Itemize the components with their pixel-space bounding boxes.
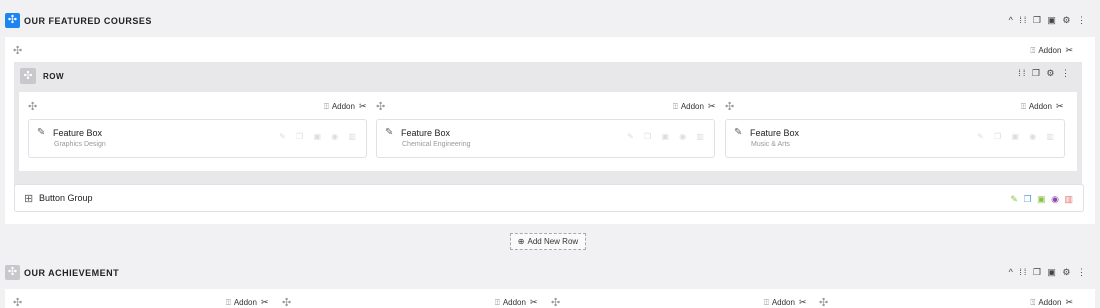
column-move-handle[interactable]: ✣ — [282, 296, 291, 308]
wrench-icon[interactable]: ✂ — [1056, 101, 1064, 111]
feature-box-toolbar[interactable]: ✎ ❐ ▣ ◉ ▥ — [627, 132, 708, 141]
wrench-icon[interactable]: ✂ — [708, 101, 716, 111]
button-group-addon[interactable]: ⊞ Button Group ✎ ❐ ▣ ◉ ▥ — [14, 184, 1084, 212]
add-new-row-button[interactable]: ⊕ Add New Row — [510, 233, 586, 250]
wrench-icon[interactable]: ✂ — [530, 297, 538, 307]
feature-box-addon[interactable]: ✎ Feature Box Music & Arts ✎ ❐ ▣ ◉ ▥ — [725, 119, 1065, 158]
feature-box-addon[interactable]: ✎ Feature Box Chemical Engineering ✎ ❐ ▣… — [376, 119, 715, 158]
column-addon-button[interactable]: ⍐ Addon ✂ — [764, 297, 807, 308]
column-move-handle[interactable]: ✣ — [28, 100, 37, 113]
section-featured-header: ✣ OUR FEATURED COURSES ^ ⁞⁞ ❐ ▣ ⚙ ⋮ — [0, 5, 1100, 35]
column-move-handle[interactable]: ✣ — [551, 296, 560, 308]
addon-label: Addon — [1028, 102, 1052, 111]
add-addon-icon: ⍐ — [764, 298, 769, 307]
wrench-icon[interactable]: ✂ — [261, 297, 269, 307]
column-addon-button[interactable]: ⍐ Addon ✂ — [324, 101, 367, 112]
add-addon-icon: ⍐ — [226, 298, 231, 307]
section-body: ✣ ⍐ Addon ✂ ✣ ⍐ Addon ✂ ✣ ⍐ Addon ✂ ✣ ⍐ Addon ✂ — [5, 289, 1095, 308]
add-addon-icon: ⍐ — [495, 298, 500, 307]
column-move-handle[interactable]: ✣ — [819, 296, 828, 308]
feature-box-title: Feature Box — [750, 128, 800, 138]
section-toolbar[interactable]: ^ ⁞⁞ ❐ ▣ ⚙ ⋮ — [1009, 267, 1088, 278]
addon-label: Addon — [1038, 298, 1062, 307]
add-new-row-label: Add New Row — [527, 237, 579, 246]
addon-label: Addon — [331, 102, 355, 111]
column-addon-button[interactable]: ⍐ Addon ✂ — [495, 297, 538, 308]
section-toolbar[interactable]: ^ ⁞⁞ ❐ ▣ ⚙ ⋮ — [1009, 15, 1088, 26]
column-move-handle[interactable]: ✣ — [725, 100, 734, 113]
section-addon-button[interactable]: ⍐ Addon ✂ — [1031, 45, 1074, 56]
feature-box-addon[interactable]: ✎ Feature Box Graphics Design ✎ ❐ ▣ ◉ ▥ — [28, 119, 367, 158]
feature-box-title: Feature Box — [401, 128, 451, 138]
feature-box-toolbar[interactable]: ✎ ❐ ▣ ◉ ▥ — [977, 132, 1058, 141]
wrench-icon[interactable]: ✂ — [799, 297, 807, 307]
row-move-icon[interactable]: ✣ — [20, 68, 36, 84]
wrench-icon[interactable]: ✂ — [359, 101, 367, 111]
section-move-icon[interactable]: ✣ — [5, 13, 20, 28]
duplicate-icon[interactable]: ❐ — [1023, 194, 1031, 204]
column-move-handle[interactable]: ✣ — [13, 296, 22, 308]
column-addon-button[interactable]: ⍐ Addon ✂ — [1021, 101, 1064, 112]
feature-box-toolbar[interactable]: ✎ ❐ ▣ ◉ ▥ — [279, 132, 360, 141]
wrench-icon[interactable]: ✂ — [1065, 45, 1073, 55]
add-addon-icon: ⍐ — [1030, 46, 1036, 55]
row-toolbar[interactable]: ⁞⁞ ❐ ⚙ ⋮ — [1018, 68, 1072, 79]
feature-box-title: Feature Box — [53, 128, 103, 138]
addon-label: Addon — [233, 298, 257, 307]
edit-icon[interactable]: ✎ — [1010, 194, 1018, 204]
section-title: OUR FEATURED COURSES — [24, 16, 152, 26]
add-addon-icon: ⍐ — [324, 102, 329, 111]
add-addon-icon: ⍐ — [1021, 102, 1026, 111]
addon-label: Addon — [771, 298, 795, 307]
add-addon-icon: ⍐ — [673, 102, 678, 111]
column-addon-button[interactable]: ⍐ Addon ✂ — [1031, 297, 1074, 308]
delete-icon[interactable]: ▥ — [1064, 194, 1073, 204]
column-addon-button[interactable]: ⍐ Addon ✂ — [226, 297, 269, 308]
section-achievement-header: ✣ OUR ACHIEVEMENT ^ ⁞⁞ ❐ ▣ ⚙ ⋮ — [0, 257, 1100, 287]
save-icon[interactable]: ▣ — [1037, 194, 1046, 204]
column-addon-button[interactable]: ⍐ Addon ✂ — [673, 101, 716, 112]
column-move-handle[interactable]: ✣ — [376, 100, 385, 113]
addon-label: Addon — [680, 102, 704, 111]
visibility-icon[interactable]: ◉ — [1051, 194, 1059, 204]
feature-box-subtitle: Chemical Engineering — [402, 141, 471, 148]
row-title: ROW — [43, 72, 65, 81]
section-move-handle[interactable]: ✣ — [13, 44, 22, 57]
addon-label: Addon — [502, 298, 526, 307]
button-group-icon: ⊞ — [24, 193, 34, 205]
feature-box-icon: ✎ — [385, 127, 394, 138]
add-circle-icon: ⊕ — [517, 237, 525, 246]
feature-box-icon: ✎ — [37, 127, 46, 138]
button-group-toolbar: ✎ ❐ ▣ ◉ ▥ — [1007, 194, 1073, 205]
section-move-icon[interactable]: ✣ — [5, 265, 20, 280]
feature-box-subtitle: Music & Arts — [751, 141, 790, 148]
row-columns: ✣ ⍐ Addon ✂ ✣ ⍐ Addon ✂ ✣ ⍐ Addon ✂ ✎ Feature … — [19, 92, 1077, 171]
addon-label: Addon — [1038, 46, 1062, 55]
wrench-icon[interactable]: ✂ — [1065, 297, 1073, 307]
section-title: OUR ACHIEVEMENT — [24, 268, 120, 278]
feature-box-subtitle: Graphics Design — [54, 141, 106, 148]
feature-box-icon: ✎ — [734, 127, 743, 138]
button-group-label: Button Group — [39, 193, 93, 203]
add-addon-icon: ⍐ — [1030, 298, 1036, 307]
